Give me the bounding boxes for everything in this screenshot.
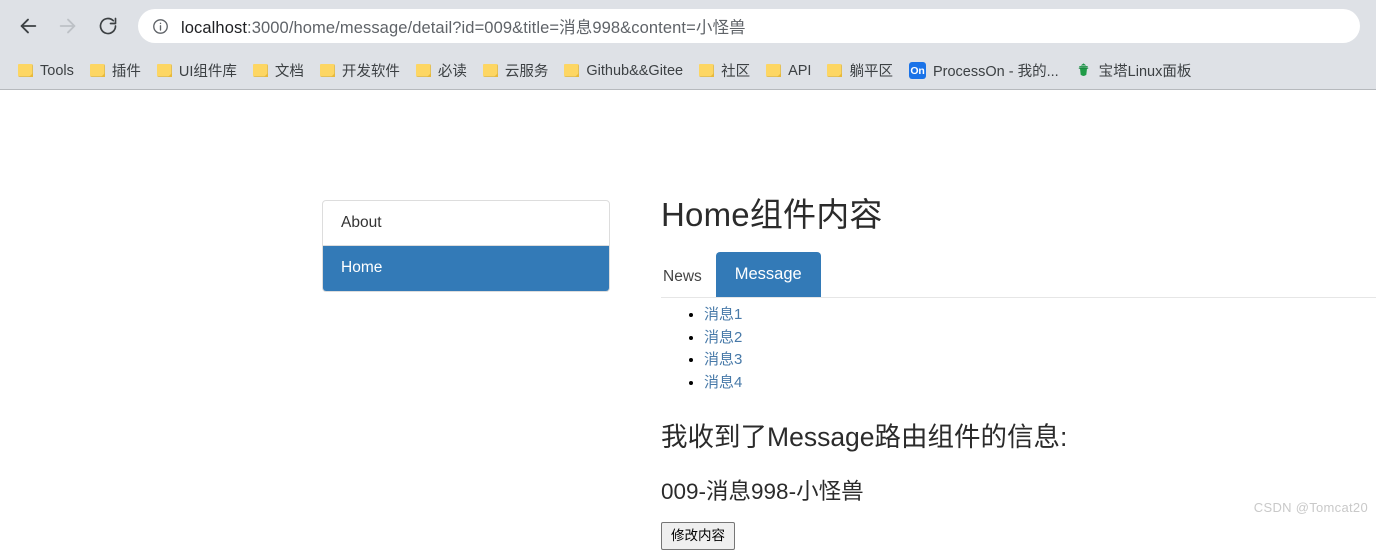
folder-icon (89, 64, 105, 77)
edit-content-button[interactable]: 修改内容 (661, 521, 735, 550)
folder-icon (564, 64, 580, 77)
bookmark-tools[interactable]: Tools (10, 58, 82, 84)
back-button[interactable] (10, 8, 46, 44)
folder-icon (766, 64, 782, 77)
url-text: localhost:3000/home/message/detail?id=00… (181, 14, 746, 38)
bookmark-cloud-services[interactable]: 云服务 (475, 58, 557, 84)
info-circle-icon[interactable] (152, 18, 169, 35)
message-list: 消息1 消息2 消息3 消息4 (661, 304, 1376, 394)
bookmark-baota-linux[interactable]: 宝塔Linux面板 (1067, 58, 1200, 84)
folder-icon (156, 64, 172, 77)
message-link[interactable]: 消息3 (704, 351, 742, 368)
page-title: Home组件内容 (661, 196, 883, 233)
bookmark-docs[interactable]: 文档 (245, 58, 312, 84)
bookmark-tangping[interactable]: 躺平区 (819, 58, 901, 84)
sidebar-item-about[interactable]: About (323, 201, 609, 247)
bookmark-label: ProcessOn - 我的... (932, 64, 1059, 80)
bookmark-dev-software[interactable]: 开发软件 (312, 58, 408, 84)
processon-icon: On (908, 62, 926, 79)
list-item[interactable]: 消息3 (704, 349, 1376, 372)
tab-label: Message (734, 265, 802, 284)
forward-button[interactable] (50, 8, 86, 44)
tab-bar: News Message (661, 252, 1376, 298)
main-content: Home组件内容 News Message 消息1 消息2 消息3 消息4 我收… (661, 194, 1376, 550)
list-item[interactable]: 消息1 (704, 304, 1376, 327)
sidebar-item-home[interactable]: Home (323, 246, 609, 291)
list-item[interactable]: 消息4 (704, 372, 1376, 395)
reload-button[interactable] (90, 8, 126, 44)
sidebar-item-label: About (341, 214, 382, 231)
bookmark-label: Github&&Gitee (586, 62, 684, 79)
bookmark-label: API (788, 62, 812, 79)
watermark: CSDN @Tomcat20 (1253, 500, 1368, 515)
folder-icon (319, 64, 335, 77)
sidebar-item-label: Home (341, 259, 383, 277)
bookmark-label: 开发软件 (341, 64, 400, 80)
url-host: localhost (181, 19, 248, 37)
list-item[interactable]: 消息2 (704, 327, 1376, 350)
reload-icon (98, 16, 118, 36)
bookmark-label: UI组件库 (178, 64, 237, 80)
bookmark-label: 宝塔Linux面板 (1098, 64, 1192, 80)
browser-chrome: localhost:3000/home/message/detail?id=00… (0, 0, 1376, 90)
tab-news[interactable]: News (661, 256, 716, 298)
bookmark-plugins[interactable]: 插件 (82, 58, 149, 84)
bookmark-label: 文档 (274, 64, 304, 80)
bookmark-label: Tools (40, 62, 74, 79)
bookmark-label: 插件 (111, 64, 141, 80)
bookmark-community[interactable]: 社区 (691, 58, 758, 84)
page-content: About Home Home组件内容 News Message 消息1 消息2… (0, 90, 1376, 550)
folder-icon (252, 64, 268, 77)
bookmark-label: 必读 (437, 64, 467, 80)
bookmark-github-gitee[interactable]: Github&&Gitee (556, 58, 691, 84)
folder-icon (415, 64, 431, 77)
tab-message[interactable]: Message (715, 252, 821, 298)
bookmarks-bar: Tools 插件 UI组件库 文档 开发软件 必读 云服务 Github&&Gi… (0, 52, 1376, 90)
browser-toolbar: localhost:3000/home/message/detail?id=00… (0, 0, 1376, 52)
bookmark-api[interactable]: API (758, 58, 819, 84)
tab-divider (661, 297, 1376, 299)
url-path: :3000/home/message/detail?id=009&title=消… (247, 19, 746, 37)
bookmark-label: 社区 (721, 64, 751, 80)
nav-list-group: About Home (322, 200, 610, 292)
bookmark-must-read[interactable]: 必读 (408, 58, 475, 84)
arrow-left-icon (17, 15, 39, 37)
message-link[interactable]: 消息1 (704, 306, 742, 323)
folder-icon (699, 64, 715, 77)
address-bar[interactable]: localhost:3000/home/message/detail?id=00… (138, 9, 1360, 43)
folder-icon (18, 64, 33, 77)
bookmark-ui-library[interactable]: UI组件库 (149, 58, 245, 84)
folder-icon (482, 64, 498, 77)
arrow-right-icon (57, 15, 79, 37)
bookmark-label: 躺平区 (849, 64, 893, 80)
bookmark-processon[interactable]: On ProcessOn - 我的... (901, 58, 1067, 84)
message-link[interactable]: 消息2 (704, 329, 742, 346)
folder-icon (827, 64, 843, 77)
received-info-title: 我收到了Message路由组件的信息: (661, 422, 1068, 453)
pagoda-icon (1075, 62, 1092, 79)
tab-label: News (663, 267, 702, 285)
bookmark-label: 云服务 (504, 64, 549, 80)
message-link[interactable]: 消息4 (704, 374, 742, 391)
